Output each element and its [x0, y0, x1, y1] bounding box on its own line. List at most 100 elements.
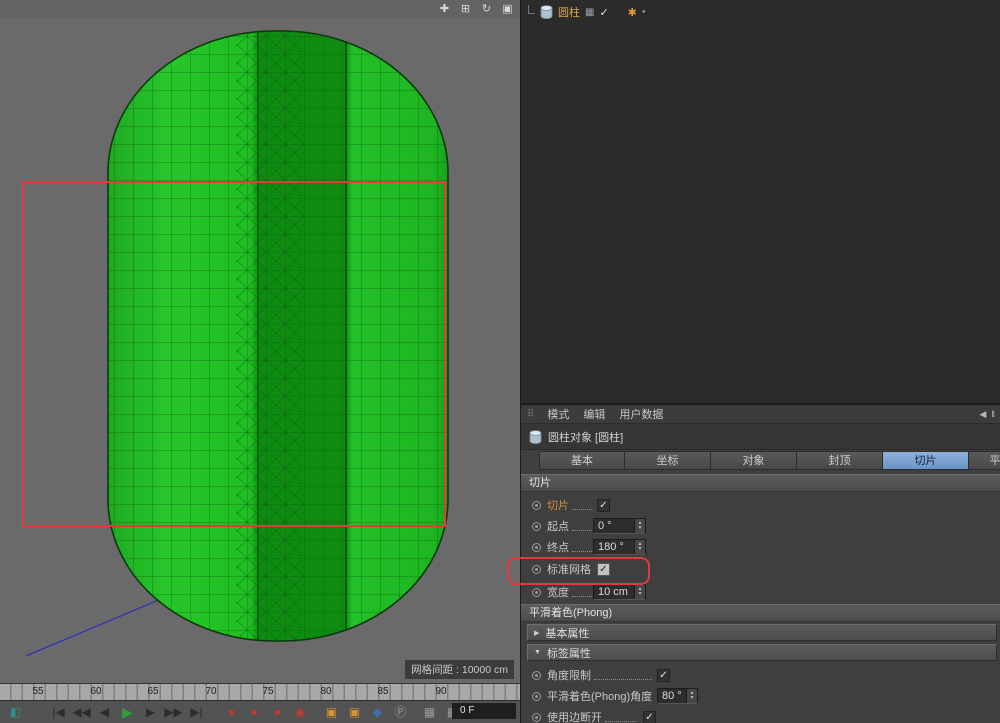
tab-slice[interactable]: 切片 [883, 451, 969, 470]
tree-elbow [528, 5, 535, 14]
tab-object[interactable]: 对象 [711, 451, 797, 470]
param-label-standard-mesh: 标准网格 [547, 561, 591, 577]
solo-icon[interactable]: Ⓟ [389, 701, 412, 723]
edge-breaks-checkbox[interactable]: ✓ [643, 711, 656, 723]
grip-icon[interactable]: ⠿ [527, 409, 533, 420]
record-rotation-icon[interactable]: ● [266, 701, 289, 723]
dotted-leader [572, 522, 592, 531]
end-angle-value[interactable]: 180 ° [594, 540, 634, 554]
param-row-standard-mesh: 标准网格 ✓ [521, 559, 1000, 579]
keyframe-circle[interactable] [532, 565, 541, 574]
panel-controls: ◀ ‖ [979, 409, 995, 420]
width-input[interactable]: 10 cm ▴ ▾ [593, 584, 646, 600]
capsule-mesh [0, 0, 520, 683]
tab-caps[interactable]: 封顶 [797, 451, 883, 470]
spinner-arrows[interactable]: ▴ ▾ [634, 519, 645, 533]
group-tag-properties[interactable]: ▼ 标签属性 [527, 644, 997, 661]
viewport-3d[interactable]: ✚ ⊞ ↻ ▣ 网格间距 : 10000 cm [0, 0, 520, 683]
slice-checkbox[interactable]: ✓ [597, 499, 610, 512]
current-frame-field[interactable]: 0 F [452, 703, 516, 719]
snap-grid-icon[interactable]: ▦ [418, 701, 441, 723]
keyframe-circle[interactable] [532, 692, 541, 701]
play-icon[interactable]: ▶ [116, 701, 139, 723]
start-angle-value[interactable]: 0 ° [594, 519, 634, 533]
model-axis-icon[interactable]: ◧ [4, 701, 27, 723]
spinner-arrows[interactable]: ▴ ▾ [686, 689, 697, 703]
panel-bars-icon[interactable]: ‖ [991, 409, 995, 420]
spinner-down-icon[interactable]: ▾ [638, 592, 641, 597]
rotate-icon[interactable]: ↻ [480, 1, 493, 17]
texture-tag-icon[interactable]: ✱ [628, 6, 637, 19]
phong-angle-input[interactable]: 80 ° ▴ ▾ [657, 688, 698, 704]
param-label-end: 终点 [547, 539, 569, 555]
angle-limit-checkbox[interactable]: ✓ [657, 669, 670, 682]
spinner-down-icon[interactable]: ▾ [638, 526, 641, 531]
maximize-icon[interactable]: ▣ [501, 1, 514, 17]
layer-toggle-icon[interactable]: ▦ [585, 7, 594, 18]
keyframe-circle[interactable] [532, 522, 541, 531]
menu-mode[interactable]: 模式 [547, 406, 569, 422]
width-value[interactable]: 10 cm [594, 585, 634, 599]
start-angle-input[interactable]: 0 ° ▴ ▾ [593, 518, 646, 534]
prev-key-icon[interactable]: ◀◀ [70, 701, 93, 723]
collapse-left-icon[interactable]: ◀ [979, 409, 986, 420]
right-panel: 圆柱 ▦ ✓ ✱ • ⠿ 模式 编辑 用户数据 ◀ ‖ 圆柱对象 [圆柱] [520, 0, 1000, 723]
section-header-phong: 平滑着色(Phong) [521, 604, 1000, 622]
ruler-tick: 75 [256, 686, 280, 697]
menu-userdata[interactable]: 用户数据 [619, 406, 663, 422]
ik-icon[interactable]: ◆ [366, 701, 389, 723]
keyframe-circle[interactable] [532, 713, 541, 722]
attribute-tabs: 基本 坐标 对象 封顶 切片 平滑着色 [521, 450, 1000, 471]
tab-basic[interactable]: 基本 [539, 451, 625, 470]
keyframe-selection-icon[interactable]: ▣ [343, 701, 366, 723]
keyframe-circle[interactable] [532, 588, 541, 597]
spinner-arrows[interactable]: ▴ ▾ [634, 585, 645, 599]
ruler-tick: 80 [314, 686, 338, 697]
timeline-ruler[interactable]: 55 60 65 70 75 80 85 90 [0, 683, 520, 700]
menu-edit[interactable]: 编辑 [583, 406, 605, 422]
keyframe-circle[interactable] [532, 543, 541, 552]
zoom-icon[interactable]: ⊞ [459, 1, 472, 17]
prev-frame-icon[interactable]: ◀ [93, 701, 116, 723]
spinner-down-icon[interactable]: ▾ [638, 547, 641, 552]
check-icon: ✓ [598, 500, 609, 511]
param-row-start: 起点 0 ° ▴ ▾ [521, 516, 1000, 536]
grid-spacing-label: 网格间距 : 10000 cm [405, 660, 514, 679]
tab-coordinates[interactable]: 坐标 [625, 451, 711, 470]
group-basic-properties[interactable]: ▶ 基本属性 [527, 624, 997, 641]
goto-start-icon[interactable]: |◀ [47, 701, 70, 723]
record-parameter-icon[interactable]: ◉ [289, 701, 312, 723]
record-scale-icon[interactable]: ● [243, 701, 266, 723]
viewport-nav-icons: ✚ ⊞ ↻ ▣ [438, 1, 514, 17]
cylinder-icon [540, 5, 553, 19]
world-axis-line [26, 596, 168, 656]
dotted-leader [572, 588, 592, 597]
record-position-icon[interactable]: ● [220, 701, 243, 723]
group-label-tag: 标签属性 [547, 645, 591, 661]
param-label-width: 宽度 [547, 584, 569, 600]
keyframe-circle[interactable] [532, 501, 541, 510]
autokey-icon[interactable]: ▣ [320, 701, 343, 723]
section-header-slice: 切片 [521, 474, 1000, 492]
next-key-icon[interactable]: ▶▶ [162, 701, 185, 723]
param-row-slice: 切片 ✓ [521, 495, 1000, 515]
param-label-phong-angle: 平滑着色(Phong)角度 [547, 688, 652, 704]
spinner-down-icon[interactable]: ▾ [690, 696, 693, 701]
keyframe-circle[interactable] [532, 671, 541, 680]
end-angle-input[interactable]: 180 ° ▴ ▾ [593, 539, 646, 555]
ruler-tick: 85 [371, 686, 395, 697]
object-label[interactable]: 圆柱 [558, 4, 580, 20]
phong-angle-value[interactable]: 80 ° [658, 689, 686, 703]
object-row-cylinder[interactable]: 圆柱 ▦ ✓ ✱ • [528, 3, 646, 21]
check-icon: ✓ [658, 670, 669, 681]
pan-icon[interactable]: ✚ [438, 1, 451, 17]
tab-phong[interactable]: 平滑着色 [969, 451, 1000, 470]
goto-end-icon[interactable]: ▶| [185, 701, 208, 723]
ruler-tick: 70 [199, 686, 223, 697]
enabled-check-icon[interactable]: ✓ [599, 6, 608, 19]
dotted-leader [572, 543, 592, 552]
standard-mesh-checkbox[interactable]: ✓ [597, 563, 610, 576]
next-frame-icon[interactable]: ▶ [139, 701, 162, 723]
group-label-basic: 基本属性 [545, 625, 589, 641]
spinner-arrows[interactable]: ▴ ▾ [634, 540, 645, 554]
